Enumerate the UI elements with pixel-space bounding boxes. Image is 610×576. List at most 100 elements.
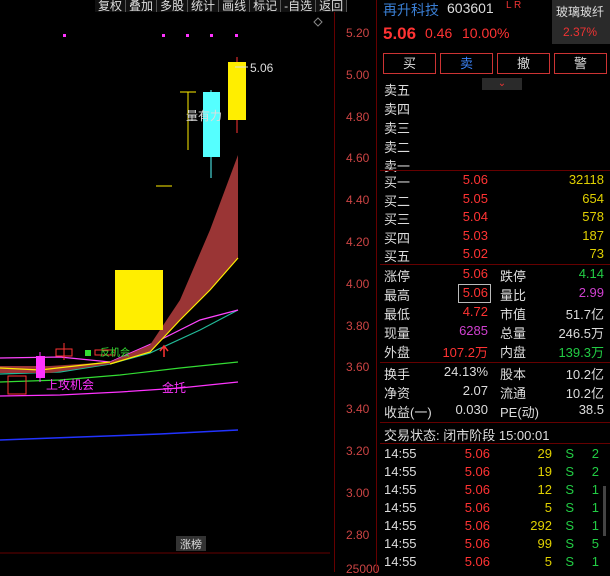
- toolbar-huaxian[interactable]: 画线: [219, 0, 251, 12]
- tick-price: 5.06: [464, 518, 490, 533]
- stat-label: 外盘: [384, 345, 411, 360]
- stock-name: 再升科技: [383, 2, 439, 18]
- bid-volume: 187: [582, 227, 604, 243]
- cancel-button[interactable]: 撤: [497, 53, 550, 74]
- inner-volume-value: 139.3万: [558, 345, 604, 360]
- candle: [85, 350, 91, 356]
- divider-line: [380, 170, 610, 171]
- liangneng-label: 量有力: [186, 109, 222, 123]
- candle: [36, 356, 45, 378]
- toolbar-diejia[interactable]: 叠加: [126, 0, 158, 12]
- diamond-icon: [313, 17, 323, 27]
- y-tick-label: 4.20: [346, 235, 370, 249]
- trade-status: 交易状态: 闭市阶段 15:00:01: [384, 428, 550, 443]
- low-value: 4.72: [462, 304, 488, 319]
- toolbar-biaoji[interactable]: 标记: [250, 0, 282, 12]
- bid-level-label: 买三: [384, 212, 411, 227]
- tick-side: S: [565, 500, 574, 515]
- bid-price: 5.05: [462, 190, 488, 206]
- tick-time: 14:55: [384, 500, 417, 515]
- tick-side: S: [565, 518, 574, 533]
- tick-count: 2: [591, 446, 599, 461]
- high-value: 5.06: [462, 285, 488, 300]
- tick-price: 5.06: [464, 446, 490, 461]
- buy-button[interactable]: 买: [383, 53, 436, 74]
- y-tick-label: 4.40: [346, 193, 370, 208]
- limit-up-value: 5.06: [462, 266, 488, 281]
- alert-button[interactable]: 警: [554, 53, 607, 74]
- y-axis-line: [334, 12, 335, 572]
- tick-volume: 29: [537, 446, 552, 461]
- tick-time: 14:55: [384, 464, 417, 479]
- peer-sector-name: 玻璃玻纤: [556, 5, 605, 19]
- toolbar-fuquan[interactable]: 复权: [95, 0, 127, 12]
- bid-price: 5.06: [462, 172, 488, 187]
- divider-line: [380, 264, 610, 265]
- stat-label: 净资: [384, 386, 411, 401]
- stat-label: 换手: [384, 367, 411, 382]
- bid-level-label: 买一: [384, 175, 411, 190]
- tick-volume: 5: [544, 554, 552, 569]
- chart-toolbar: 复权 叠加 多股 统计 画线 标记 -自选 返回: [95, 0, 348, 12]
- ma-blue-line: [0, 429, 239, 441]
- tick-price: 5.06: [464, 554, 490, 569]
- zhangbang-label: 涨榜: [180, 537, 202, 551]
- candles: [7, 57, 246, 395]
- tick-price: 5.06: [464, 482, 490, 497]
- tick-time: 14:55: [384, 554, 417, 569]
- tick-count: 1: [591, 482, 599, 497]
- y-tick-label: 2.80: [346, 527, 370, 542]
- divider-line: [380, 443, 610, 444]
- y-tick-label: 4.00: [346, 276, 370, 291]
- jintuo-label: 金托: [162, 380, 186, 395]
- tick-time: 14:55: [384, 446, 417, 461]
- shangong-label: 上攻机会: [46, 378, 94, 392]
- stat-label: 市值: [500, 307, 527, 322]
- volume-ratio-value: 2.99: [578, 285, 604, 300]
- toolbar-fanhui[interactable]: 返回: [316, 0, 348, 12]
- y-tick-label: 4.60: [346, 151, 370, 166]
- eps-value: 0.030: [455, 402, 488, 417]
- toolbar-tongji[interactable]: 统计: [188, 0, 220, 12]
- high-price-label: 5.06: [250, 61, 274, 75]
- bid-level-label: 买四: [384, 230, 411, 246]
- tick-volume: 292: [530, 518, 552, 533]
- ma-magenta-low: [0, 381, 239, 397]
- stat-label: 股本: [500, 367, 527, 382]
- bid-volume: 578: [582, 209, 604, 224]
- toolbar-zixuan[interactable]: -自选: [281, 0, 317, 12]
- kline-chart[interactable]: 5.06 量有力 上攻机会 反机会 金托 涨榜: [0, 12, 330, 572]
- tick-time: 14:55: [384, 482, 417, 497]
- ask-level-label: 卖二: [384, 140, 411, 155]
- tick-side: S: [565, 446, 574, 461]
- tick-side: S: [565, 554, 574, 569]
- pe-value: 38.5: [578, 402, 604, 417]
- scrollbar[interactable]: [603, 486, 606, 536]
- toolbar-duogu[interactable]: 多股: [157, 0, 189, 12]
- bid-volume: 73: [589, 246, 604, 261]
- collapse-chevron-icon[interactable]: ⌄: [482, 78, 522, 90]
- stat-label: 流通: [500, 386, 527, 401]
- stat-label: 最低: [384, 307, 411, 322]
- trend-cloud: [0, 155, 238, 373]
- bid-level-label: 买五: [384, 249, 411, 264]
- price-change: 0.46: [425, 25, 453, 41]
- price-change-pct: 10.00%: [462, 25, 510, 41]
- sell-button[interactable]: 卖: [440, 53, 493, 74]
- y-tick-label: 3.00: [346, 485, 370, 500]
- net-assets-value: 2.07: [462, 383, 488, 398]
- current-volume-value: 6285: [459, 323, 488, 338]
- tick-count: 1: [591, 518, 599, 533]
- fanji-label: 反机会: [100, 346, 130, 359]
- turnover-value: 24.13%: [443, 364, 488, 379]
- divider-line: [380, 362, 610, 363]
- stat-label: 现量: [384, 326, 411, 341]
- tick-time: 14:55: [384, 518, 417, 533]
- ask-level-label: 卖四: [384, 102, 411, 117]
- outer-volume-value: 107.2万: [442, 345, 488, 360]
- tick-count: 5: [591, 536, 599, 551]
- tick-count: 1: [591, 500, 599, 515]
- candle: [203, 92, 220, 157]
- y-tick-label: 3.20: [346, 444, 370, 458]
- stat-label: 内盘: [500, 345, 527, 360]
